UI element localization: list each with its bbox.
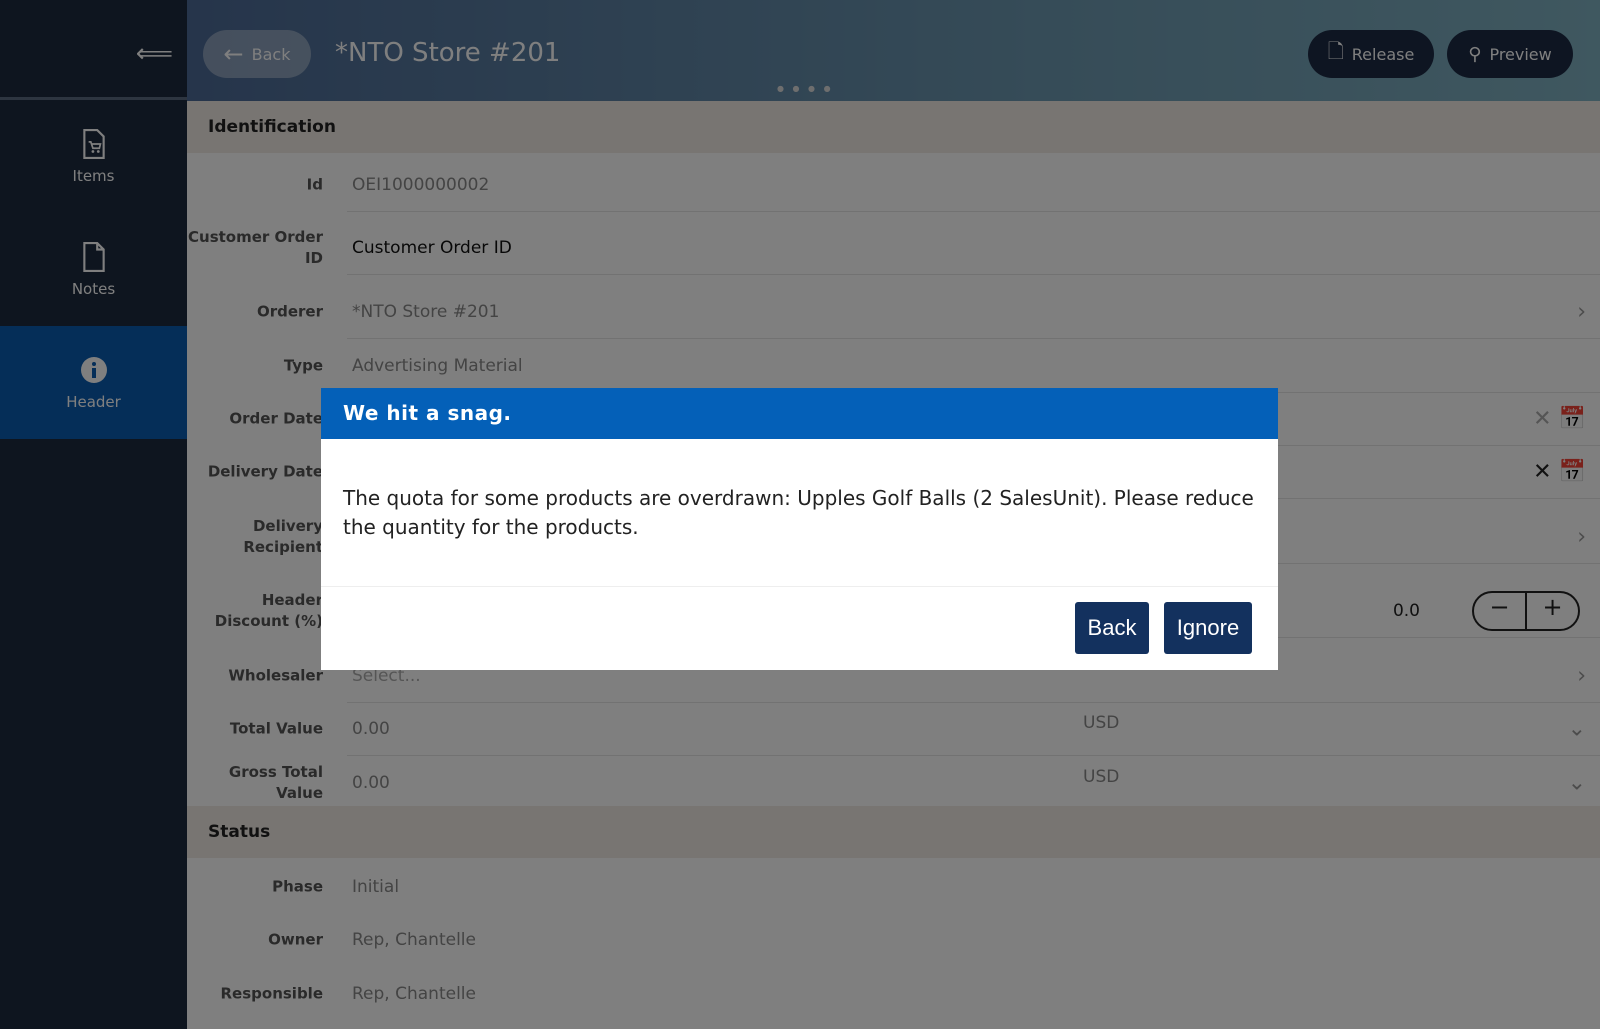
- dialog-back-button[interactable]: Back: [1075, 602, 1149, 654]
- dialog-ignore-button[interactable]: Ignore: [1164, 602, 1252, 654]
- error-dialog: We hit a snag. The quota for some produc…: [321, 388, 1278, 670]
- dialog-title: We hit a snag.: [321, 388, 1278, 439]
- dialog-message: The quota for some products are overdraw…: [321, 439, 1278, 587]
